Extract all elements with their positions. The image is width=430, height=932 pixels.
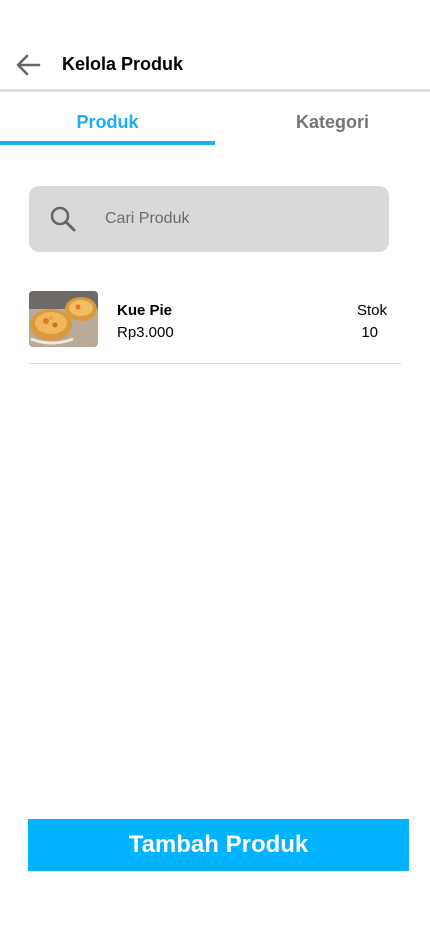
tab-kategori[interactable]: Kategori [215, 100, 430, 146]
tab-bar: Produk Kategori [0, 100, 430, 146]
page-title: Kelola Produk [62, 54, 184, 74]
add-product-button[interactable]: Tambah Produk [28, 819, 409, 871]
search-icon [50, 206, 76, 232]
arrow-left-icon [16, 54, 41, 76]
app-header: Kelola Produk [0, 40, 430, 90]
screen: Kelola Produk Produk Kategori Cari Produ… [0, 0, 430, 932]
search-input[interactable] [105, 186, 375, 252]
stock-value: 10 [361, 324, 378, 341]
pie-image [29, 291, 98, 347]
product-row[interactable]: Kue Pie Rp3.000 Stok 10 [29, 286, 401, 364]
tab-produk[interactable]: Produk [0, 100, 215, 146]
product-name: Kue Pie [117, 302, 173, 319]
product-image [29, 291, 98, 347]
search-bar[interactable] [29, 186, 389, 252]
header-divider [0, 89, 430, 92]
back-button[interactable] [12, 49, 44, 81]
product-price: Rp3.000 [117, 324, 174, 341]
stock-label: Stok [356, 302, 387, 319]
active-tab-indicator [0, 141, 215, 145]
